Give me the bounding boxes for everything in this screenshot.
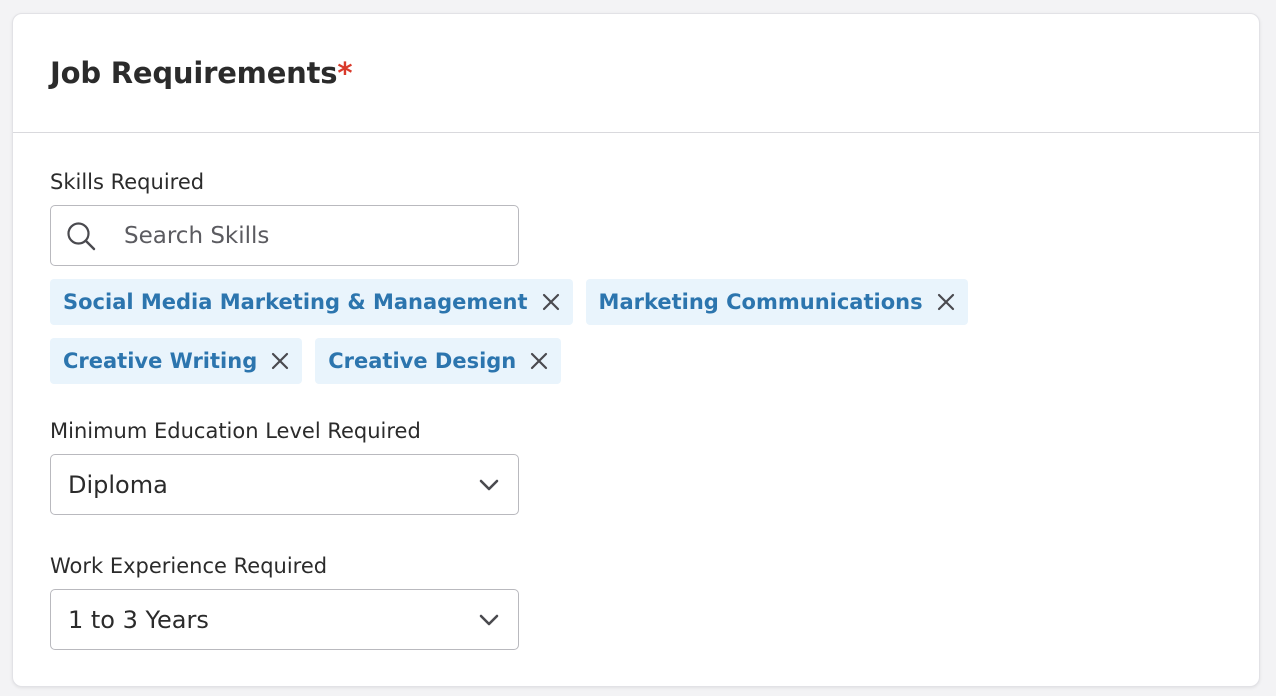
search-icon — [66, 221, 96, 251]
education-select[interactable]: Diploma — [50, 454, 519, 515]
skills-search-box[interactable] — [50, 205, 519, 266]
skill-chip: Social Media Marketing & Management — [50, 279, 573, 325]
card-body: Skills Required Social Media Marketing &… — [13, 133, 1259, 650]
skills-chip-list: Social Media Marketing & Management Mark… — [50, 279, 1210, 384]
experience-field: Work Experience Required 1 to 3 Years — [50, 553, 1259, 650]
experience-selected-value: 1 to 3 Years — [68, 605, 209, 634]
close-icon[interactable] — [935, 291, 957, 313]
card-title: Job Requirements* — [50, 56, 353, 90]
skill-chip: Marketing Communications — [585, 279, 968, 325]
skills-search-input[interactable] — [124, 222, 504, 249]
skill-chip-label: Creative Writing — [63, 349, 258, 373]
experience-select[interactable]: 1 to 3 Years — [50, 589, 519, 650]
skill-chip: Creative Writing — [50, 338, 303, 384]
close-icon[interactable] — [269, 350, 291, 372]
skills-field: Skills Required Social Media Marketing &… — [50, 169, 1259, 384]
skill-chip-label: Marketing Communications — [598, 290, 923, 314]
skills-label: Skills Required — [50, 170, 205, 194]
education-selected-value: Diploma — [68, 470, 168, 499]
close-icon[interactable] — [540, 291, 562, 313]
chevron-down-icon — [478, 609, 500, 631]
required-marker: * — [337, 56, 353, 90]
education-label: Minimum Education Level Required — [50, 419, 421, 443]
skill-chip: Creative Design — [315, 338, 562, 384]
close-icon[interactable] — [528, 350, 550, 372]
chevron-down-icon — [478, 474, 500, 496]
experience-label: Work Experience Required — [50, 554, 328, 578]
education-field: Minimum Education Level Required Diploma — [50, 418, 1259, 515]
card-title-text: Job Requirements — [50, 56, 338, 90]
skill-chip-label: Creative Design — [328, 349, 517, 373]
card-header: Job Requirements* — [13, 14, 1259, 133]
skill-chip-label: Social Media Marketing & Management — [63, 290, 528, 314]
job-requirements-card: Job Requirements* Skills Required Social… — [12, 13, 1260, 687]
